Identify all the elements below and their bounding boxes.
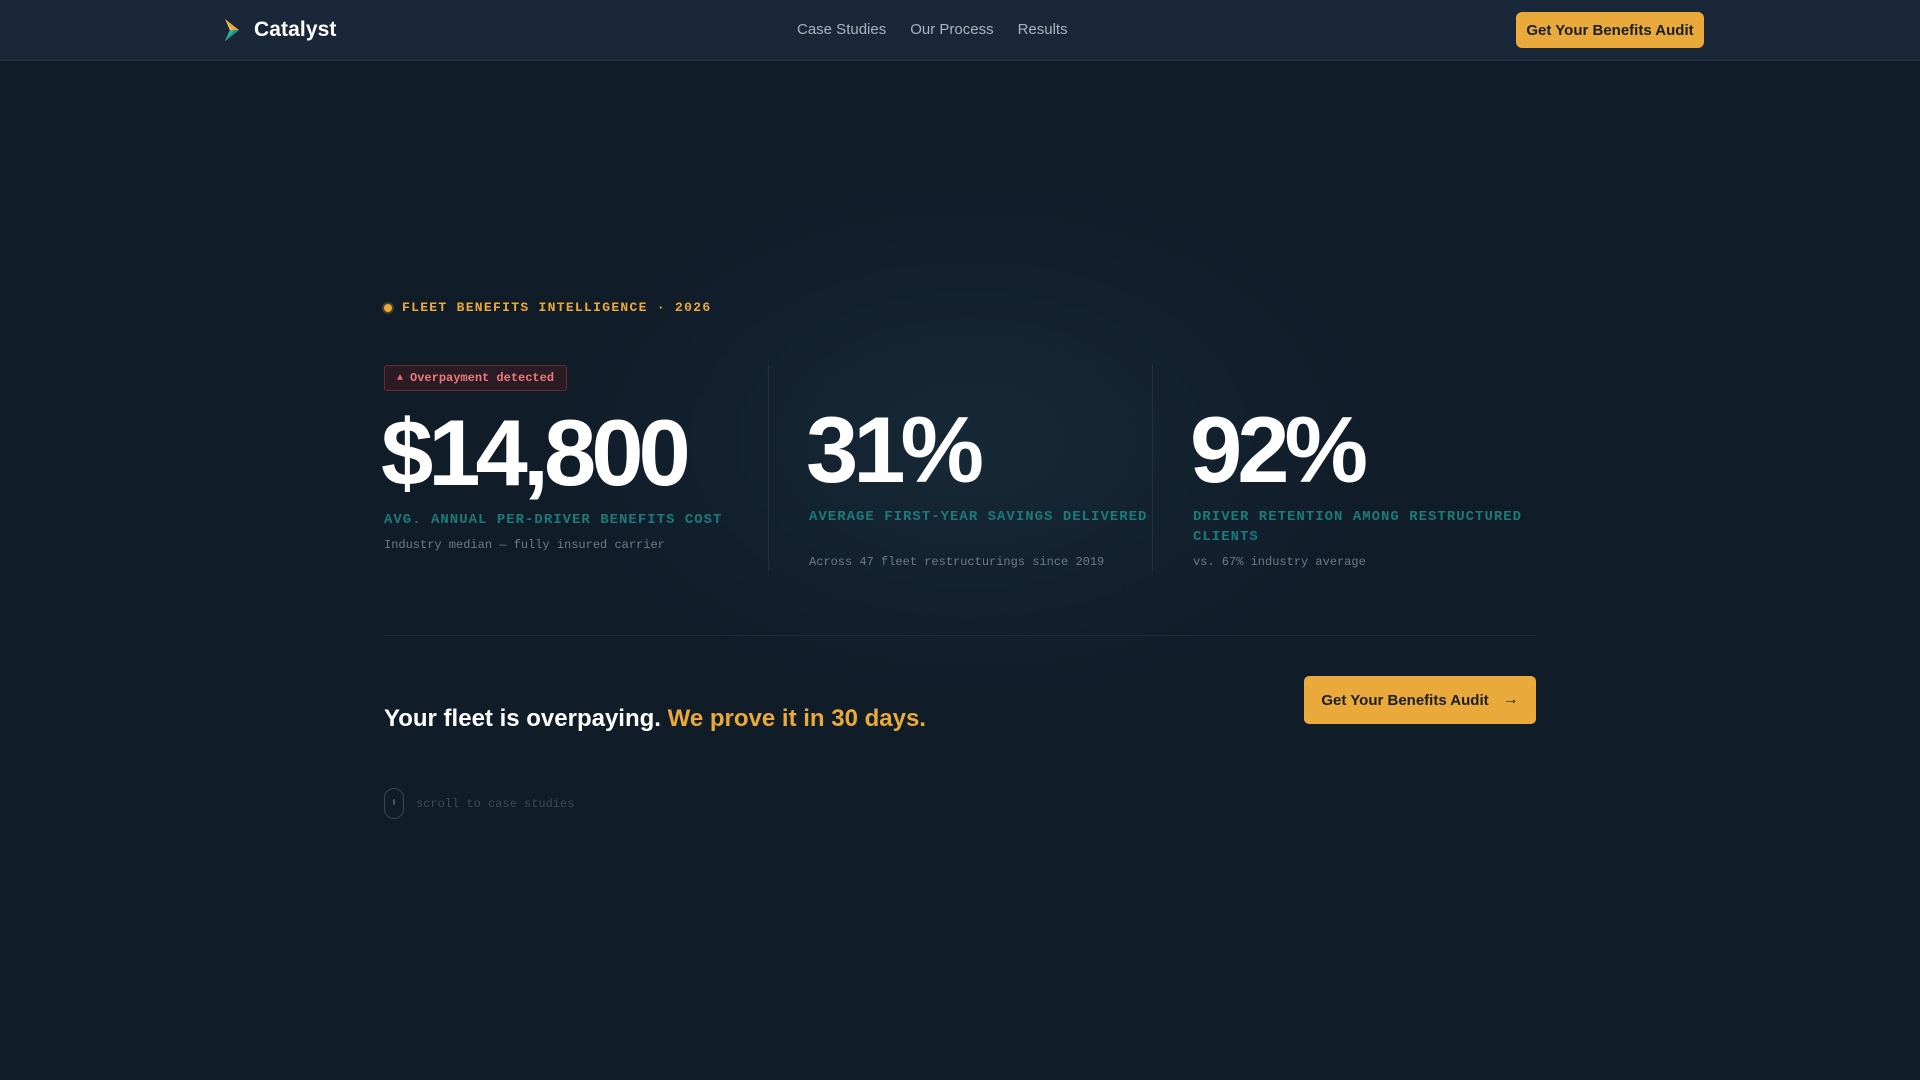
stat-note: vs. 67% industry average	[1193, 555, 1366, 569]
overpayment-badge: ▲ Overpayment detected	[384, 365, 568, 391]
top-navbar: Catalyst Case Studies Our Process Result…	[0, 0, 1920, 61]
cta-headline-accent: We prove it in 30 days.	[667, 704, 926, 732]
page: Catalyst Case Studies Our Process Result…	[0, 0, 1920, 1080]
stat-divider	[1152, 365, 1153, 571]
stat-label: AVG. ANNUAL PER-DRIVER BENEFITS COST	[384, 512, 723, 528]
nav-link-results[interactable]: Results	[1018, 21, 1068, 38]
section-divider	[384, 635, 1536, 636]
stat-value: 92%	[1190, 397, 1368, 502]
cta-button-label: Get Your Benefits Audit	[1321, 691, 1489, 709]
nav-links: Case Studies Our Process Results	[797, 21, 1068, 38]
stat-divider	[768, 365, 769, 571]
stat-note: Across 47 fleet restructurings since 201…	[809, 555, 1105, 569]
arrow-right-icon: →	[1502, 691, 1519, 708]
cta-headline: Your fleet is overpaying. We prove it in…	[384, 705, 926, 733]
stat-value: 31%	[806, 397, 984, 502]
overpayment-badge-text: Overpayment detected	[410, 371, 555, 385]
nav-link-our-process[interactable]: Our Process	[910, 21, 993, 38]
catalyst-logo-icon	[225, 19, 239, 41]
stat-note: Industry median — fully insured carrier	[384, 538, 665, 552]
hero-benefits-audit-button[interactable]: Get Your Benefits Audit →	[1304, 676, 1536, 724]
scroll-hint[interactable]: scroll to case studies	[384, 788, 574, 819]
cta-headline-main: Your fleet is overpaying.	[384, 704, 661, 732]
stat-value: $14,800	[381, 400, 691, 505]
mouse-scroll-icon	[384, 788, 404, 819]
brand-home-link[interactable]: Catalyst	[222, 17, 337, 43]
brand-name: Catalyst	[254, 18, 337, 41]
stat-label: AVERAGE FIRST-YEAR SAVINGS DELIVERED	[809, 509, 1148, 525]
stat-label: DRIVER RETENTION AMONG RESTRUCTURED CLIE…	[1193, 509, 1523, 545]
mouse-wheel	[393, 799, 395, 805]
status-dot-icon	[384, 303, 392, 312]
eyebrow-text: FLEET BENEFITS INTELLIGENCE · 2026	[402, 300, 712, 315]
hero-eyebrow: FLEET BENEFITS INTELLIGENCE · 2026	[384, 300, 711, 315]
warning-triangle-icon: ▲	[397, 372, 404, 384]
scroll-hint-text: scroll to case studies	[416, 796, 575, 811]
nav-benefits-audit-button[interactable]: Get Your Benefits Audit	[1516, 12, 1704, 48]
nav-link-case-studies[interactable]: Case Studies	[797, 21, 886, 38]
